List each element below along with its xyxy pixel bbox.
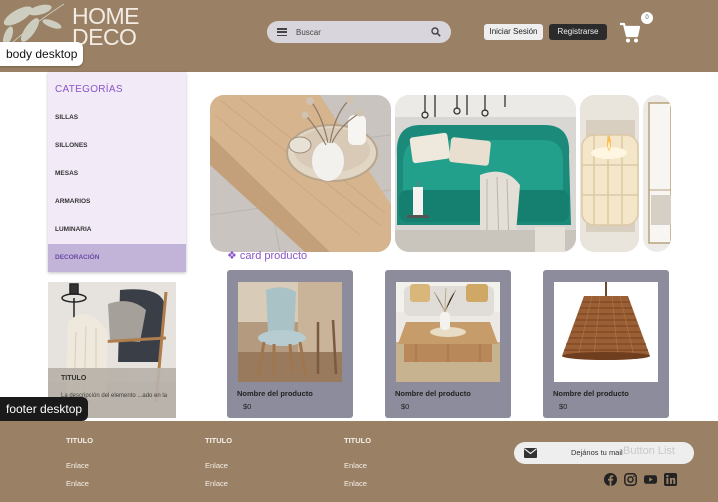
candle-image [580, 95, 639, 252]
sidebar-item-luminaria[interactable]: LUMINARIA [48, 216, 186, 244]
product-price: $0 [401, 402, 410, 411]
interior-image [643, 95, 671, 252]
hamburger-menu-icon[interactable] [277, 28, 287, 36]
coffee-table-photo [396, 282, 500, 382]
login-button[interactable]: Iniciar Sesión [484, 24, 543, 40]
categories-title: CATEGORÍAS [55, 84, 123, 95]
card-section-label: ❖ card producto [227, 250, 308, 262]
footer-link[interactable]: Enlace [344, 461, 371, 470]
banner-slide-tray[interactable] [210, 95, 391, 252]
youtube-icon[interactable] [644, 473, 657, 486]
mail-icon [524, 448, 537, 458]
sidebar-item-decoracion[interactable]: DECORACIÓN [48, 244, 186, 272]
footer-link[interactable]: Enlace [205, 479, 232, 488]
footer-column: TITULO Enlace Enlace [66, 436, 93, 488]
green-sofa-image [395, 95, 576, 252]
footer-link[interactable]: Enlace [66, 479, 93, 488]
footer-column-title: TITULO [205, 436, 233, 445]
product-image [238, 282, 342, 382]
shopping-cart-icon[interactable] [620, 22, 640, 44]
footer-link[interactable]: Enlace [66, 461, 93, 470]
product-image [554, 282, 658, 382]
footer-desktop-annotation: footer desktop [0, 397, 89, 421]
categories-sidebar: CATEGORÍAS SILLAS SILLONES MESAS ARMARIO… [48, 72, 186, 272]
promo-title: TITULO [61, 375, 87, 382]
chair-photo [238, 282, 342, 382]
search-bar[interactable] [267, 21, 451, 43]
sidebar-item-sillas[interactable]: SILLAS [48, 104, 186, 132]
footer-column-title: TITULO [66, 436, 94, 445]
search-icon[interactable] [431, 27, 441, 37]
site-header: HOME DECO Iniciar Sesión Registrarse 0 [0, 0, 718, 72]
banner-slide-candle[interactable] [580, 95, 639, 252]
product-name: Nombre del producto [237, 389, 313, 398]
banner-slide-partial[interactable] [643, 95, 671, 252]
pendant-lamp-photo [554, 282, 658, 382]
product-name: Nombre del producto [395, 389, 471, 398]
register-button[interactable]: Registrarse [549, 24, 607, 40]
cart-count-badge: 0 [641, 12, 653, 24]
footer-column: TITULO Enlace Enlace [344, 436, 371, 488]
banner-slide-sofa[interactable] [395, 95, 576, 252]
product-name: Nombre del producto [553, 389, 629, 398]
sidebar-item-armarios[interactable]: ARMARIOS [48, 188, 186, 216]
footer-link[interactable]: Enlace [205, 461, 232, 470]
site-footer: TITULO Enlace Enlace TITULO Enlace Enlac… [0, 421, 718, 502]
newsletter-button-placeholder[interactable]: Button List [623, 445, 675, 457]
instagram-icon[interactable] [624, 473, 637, 486]
sidebar-item-mesas[interactable]: MESAS [48, 160, 186, 188]
product-card[interactable]: Nombre del producto $0 [385, 270, 511, 418]
footer-link[interactable]: Enlace [344, 479, 371, 488]
product-price: $0 [243, 402, 252, 411]
newsletter-label: Dejános tu mail [571, 448, 623, 457]
product-price: $0 [559, 402, 568, 411]
footer-column-title: TITULO [344, 436, 372, 445]
product-card[interactable]: Nombre del producto $0 [543, 270, 669, 418]
sidebar-item-sillones[interactable]: SILLONES [48, 132, 186, 160]
product-image [396, 282, 500, 382]
body-desktop-annotation: body desktop [0, 42, 84, 66]
facebook-icon[interactable] [604, 473, 617, 486]
product-card[interactable]: Nombre del producto $0 [227, 270, 353, 418]
search-input[interactable] [296, 27, 424, 37]
footer-column: TITULO Enlace Enlace [205, 436, 232, 488]
newsletter-field[interactable]: Dejános tu mail Button List [514, 442, 694, 464]
linkedin-icon[interactable] [664, 473, 677, 486]
tray-vase-image [210, 95, 391, 252]
